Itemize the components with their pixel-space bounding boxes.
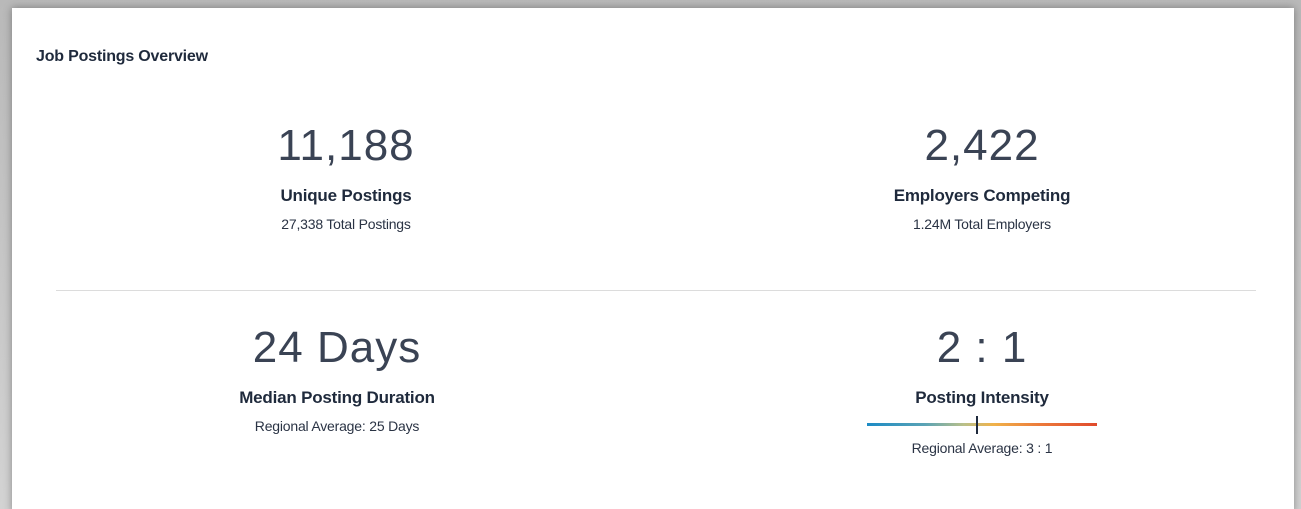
- metric-label: Unique Postings: [280, 186, 412, 205]
- intensity-gradient-bar: [867, 423, 1097, 426]
- metric-value: 2 : 1: [936, 323, 1028, 372]
- card-title: Job Postings Overview: [36, 48, 208, 65]
- metric-median-posting-duration: 24 Days Median Posting Duration Regional…: [157, 323, 517, 435]
- metric-subtext: 1.24M Total Employers: [913, 216, 1051, 232]
- metric-label: Median Posting Duration: [239, 388, 435, 407]
- metric-unique-postings: 11,188 Unique Postings 27,338 Total Post…: [166, 121, 526, 233]
- metric-subtext: 27,338 Total Postings: [281, 216, 411, 232]
- metric-label: Employers Competing: [893, 186, 1071, 205]
- metric-posting-intensity: 2 : 1 Posting Intensity Regional Average…: [802, 326, 1162, 456]
- metric-value: 11,188: [277, 121, 415, 170]
- page-background: Job Postings Overview 11,188 Unique Post…: [0, 0, 1301, 509]
- posting-intensity-gauge: [867, 416, 1097, 434]
- metric-employers-competing: 2,422 Employers Competing 1.24M Total Em…: [802, 121, 1162, 233]
- job-postings-overview-card: Job Postings Overview 11,188 Unique Post…: [12, 8, 1294, 509]
- metric-subtext: Regional Average: 25 Days: [254, 418, 420, 434]
- metric-value: 24 Days: [252, 323, 422, 372]
- metric-subtext: Regional Average: 3 : 1: [911, 440, 1053, 456]
- metric-label: Posting Intensity: [915, 388, 1049, 407]
- section-divider: [56, 290, 1256, 291]
- metric-value: 2,422: [924, 121, 1040, 170]
- intensity-marker: [976, 416, 979, 434]
